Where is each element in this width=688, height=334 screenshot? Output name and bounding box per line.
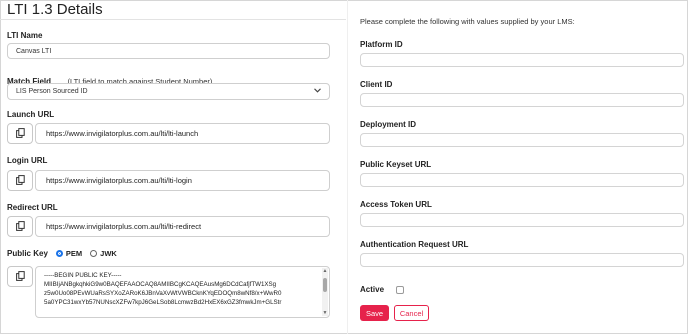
- cancel-button[interactable]: Cancel: [394, 305, 429, 321]
- public-keyset-url-label: Public Keyset URL: [360, 160, 432, 169]
- login-url-input[interactable]: https://www.invigilatorplus.com.au/lti/l…: [35, 170, 330, 191]
- active-checkbox[interactable]: [396, 285, 405, 294]
- scroll-thumb[interactable]: [323, 278, 327, 292]
- public-key-row: Public Key PEM JWK: [7, 249, 117, 258]
- copy-redirect-url-button[interactable]: [7, 216, 33, 237]
- access-token-url-input[interactable]: [360, 213, 684, 227]
- column-divider: [347, 0, 348, 334]
- public-key-scrollbar[interactable]: ▲ ▼: [322, 268, 328, 316]
- platform-id-input[interactable]: [360, 53, 684, 67]
- lti-name-value: Canvas LTI: [16, 47, 52, 55]
- active-label: Active: [360, 285, 385, 294]
- lti-name-label: LTI Name: [7, 31, 43, 40]
- deployment-id-input[interactable]: [360, 133, 684, 147]
- active-row: Active: [360, 285, 405, 294]
- page-title: LTI 1.3 Details: [7, 1, 103, 18]
- match-field-selected: LIS Person Sourced ID: [16, 88, 88, 95]
- login-url-value: https://www.invigilatorplus.com.au/lti/l…: [46, 176, 192, 185]
- platform-id-label: Platform ID: [360, 40, 403, 49]
- jwk-label: JWK: [100, 249, 117, 258]
- lti-name-input[interactable]: Canvas LTI: [7, 43, 330, 59]
- copy-public-key-button[interactable]: [7, 266, 33, 287]
- format-jwk-option[interactable]: JWK: [90, 249, 117, 258]
- deployment-id-label: Deployment ID: [360, 120, 417, 129]
- public-keyset-url-input[interactable]: [360, 173, 684, 187]
- public-key-line: MIIBIjANBgkqhkiG9w0BAQEFAAOCAQ8AMIIBCgKC…: [44, 281, 277, 288]
- chevron-down-icon: [314, 88, 321, 95]
- public-key-line: 5a0YPC31wxYb57NUNscXZFw7kpJ6GeLSob8Lcmwz…: [44, 299, 282, 306]
- pem-label: PEM: [65, 249, 83, 258]
- public-key-line: -----BEGIN PUBLIC KEY-----: [44, 272, 122, 279]
- instructions-text: Please complete the following with value…: [360, 17, 575, 26]
- auth-request-url-label: Authentication Request URL: [360, 240, 469, 249]
- format-pem-option[interactable]: PEM: [55, 249, 83, 258]
- scroll-down-arrow-icon[interactable]: ▼: [322, 310, 328, 316]
- copy-icon: [15, 172, 25, 190]
- title-divider: [0, 19, 346, 20]
- client-id-label: Client ID: [360, 80, 393, 89]
- copy-icon: [15, 218, 25, 236]
- copy-login-url-button[interactable]: [7, 170, 33, 191]
- redirect-url-input[interactable]: https://www.invigilatorplus.com.au/lti/l…: [35, 216, 330, 237]
- login-url-label: Login URL: [7, 156, 48, 165]
- access-token-url-label: Access Token URL: [360, 200, 432, 209]
- auth-request-url-input[interactable]: [360, 253, 684, 267]
- public-key-textarea[interactable]: -----BEGIN PUBLIC KEY----- MIIBIjANBgkqh…: [35, 266, 330, 318]
- match-field-select[interactable]: LIS Person Sourced ID: [7, 83, 330, 100]
- public-key-label: Public Key: [7, 249, 48, 258]
- pem-radio[interactable]: [55, 250, 63, 257]
- client-id-input[interactable]: [360, 93, 684, 107]
- public-key-line: z5w0Uo08PEvWUaRsSYXoZARoK6JBnVaXvWtVWBCk…: [44, 290, 282, 297]
- launch-url-label: Launch URL: [7, 110, 55, 119]
- jwk-radio[interactable]: [90, 250, 98, 257]
- save-button[interactable]: Save: [360, 305, 389, 321]
- scroll-up-arrow-icon[interactable]: ▲: [322, 268, 328, 274]
- redirect-url-label: Redirect URL: [7, 203, 58, 212]
- launch-url-value: https://www.invigilatorplus.com.au/lti/l…: [46, 129, 199, 138]
- redirect-url-value: https://www.invigilatorplus.com.au/lti/l…: [46, 222, 202, 231]
- launch-url-input[interactable]: https://www.invigilatorplus.com.au/lti/l…: [35, 123, 330, 144]
- copy-icon: [15, 268, 25, 286]
- copy-launch-url-button[interactable]: [7, 123, 33, 144]
- copy-icon: [15, 125, 25, 143]
